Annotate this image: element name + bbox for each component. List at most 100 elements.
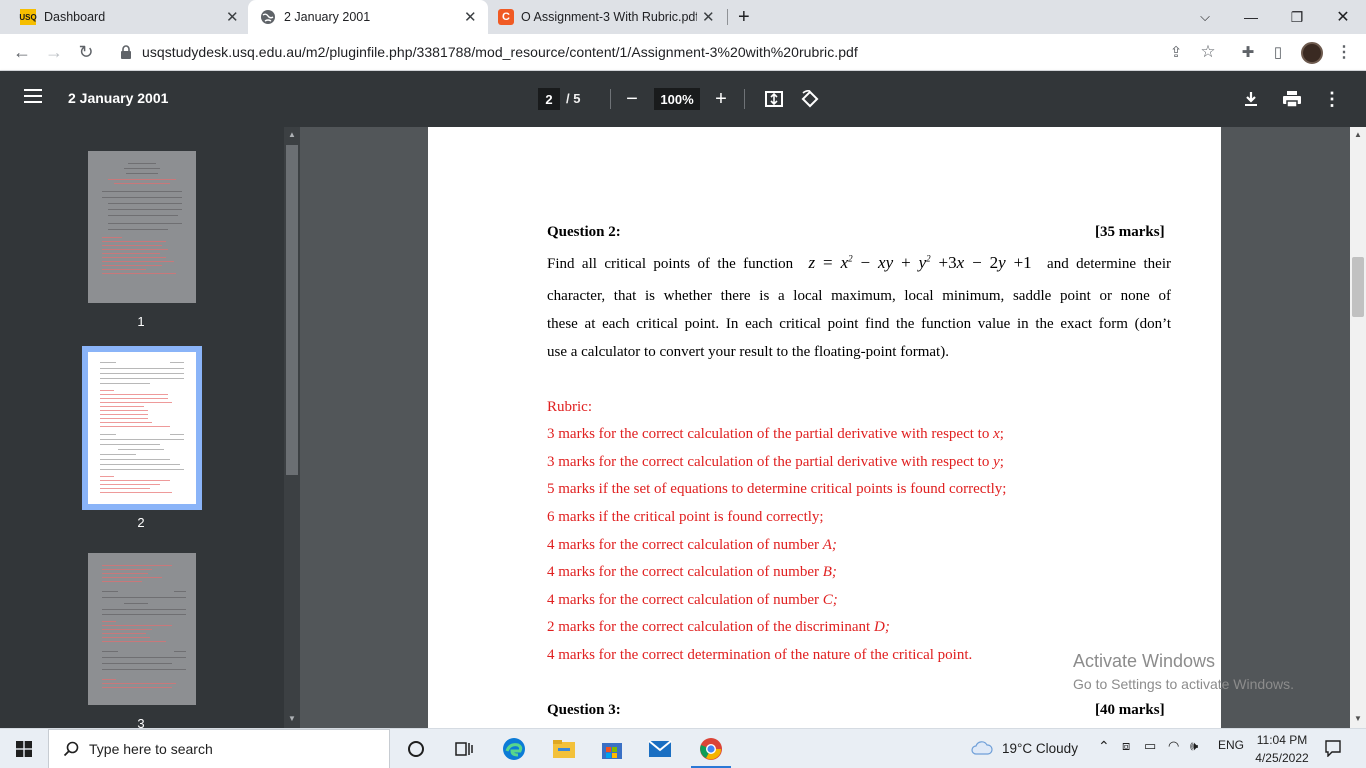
chevron-up-icon[interactable]: ⌃	[1098, 738, 1110, 755]
zoom-out-button[interactable]: −	[621, 87, 643, 111]
question-2-line-3: these at each critical point. In each cr…	[547, 316, 1171, 332]
tab-label: Dashboard	[44, 10, 106, 24]
scroll-down-icon[interactable]: ▼	[286, 713, 298, 725]
edge-icon[interactable]	[500, 735, 528, 763]
rubric-item: 5 marks if the set of equations to deter…	[547, 481, 1007, 497]
reload-button[interactable]: ↻	[74, 40, 98, 64]
side-panel-icon[interactable]: ▯	[1266, 40, 1290, 64]
pdf-toolbar: 2 January 2001 2 / 5 − 100% + ⋮	[0, 71, 1366, 127]
search-icon	[63, 741, 79, 757]
cortana-icon[interactable]	[402, 735, 430, 763]
extensions-icon[interactable]: ✚	[1236, 40, 1260, 64]
function-formula: z = x2 − xy + y2 +3x − 2y +1	[800, 253, 1032, 272]
taskbar-search-input[interactable]: Type here to search	[48, 729, 390, 768]
language-indicator[interactable]: ENG	[1218, 738, 1244, 752]
tab-2-january-2001[interactable]: 2 January 2001 ✕	[248, 0, 488, 34]
microsoft-store-icon[interactable]	[598, 735, 626, 763]
toolbar-divider	[744, 89, 745, 109]
intro-text: Find all critical points of the function	[547, 256, 794, 272]
tab-assignment-pdf[interactable]: C O Assignment-3 With Rubric.pdf ✕	[488, 0, 726, 34]
weather-widget[interactable]: 19°C Cloudy	[970, 740, 1078, 756]
hamburger-menu-icon[interactable]	[24, 89, 42, 107]
rubric-item: 4 marks for the correct calculation of n…	[547, 537, 837, 553]
page-thumbnail-2[interactable]	[82, 346, 202, 510]
more-options-icon[interactable]: ⋮	[1320, 87, 1344, 111]
main-scroll-thumb[interactable]	[1352, 257, 1364, 317]
thumbnail-label: 2	[137, 515, 145, 530]
close-icon[interactable]: ✕	[702, 8, 715, 26]
question-2-line-4: use a calculator to convert your result …	[547, 344, 949, 360]
watermark-subtitle: Go to Settings to activate Windows.	[1073, 676, 1294, 692]
rubric-item: 4 marks for the correct determination of…	[547, 647, 973, 663]
download-icon[interactable]	[1239, 87, 1263, 111]
tab-search-icon[interactable]: ⌵	[1182, 0, 1228, 34]
clock-time: 11:04 PM	[1256, 733, 1308, 747]
page-number-input[interactable]: 2	[538, 88, 560, 110]
weather-text: 19°C Cloudy	[1002, 740, 1078, 756]
bookmark-star-icon[interactable]: ☆	[1196, 40, 1220, 64]
browser-tabstrip: USQ Dashboard ✕ 2 January 2001 ✕ C O Ass…	[0, 0, 1366, 34]
page-total: / 5	[566, 91, 581, 106]
pdf-page: Question 2: [35 marks] Find all critical…	[428, 127, 1221, 728]
task-view-icon[interactable]	[450, 735, 478, 763]
close-window-button[interactable]: ✕	[1320, 0, 1366, 34]
page-thumbnail-1[interactable]	[88, 151, 196, 303]
volume-icon[interactable]: 🕪	[1190, 738, 1198, 754]
search-placeholder: Type here to search	[89, 741, 213, 757]
rubric-item: 3 marks for the correct calculation of t…	[547, 454, 1004, 470]
system-clock[interactable]: 11:04 PM 4/25/2022	[1250, 731, 1314, 767]
maximize-button[interactable]: ❐	[1274, 0, 1320, 34]
activate-windows-watermark: Activate Windows Go to Settings to activ…	[1073, 651, 1294, 692]
thumbnail-sidebar: 1 2 3	[0, 127, 300, 728]
pdf-viewer: Question 2: [35 marks] Find all critical…	[300, 127, 1350, 728]
back-button[interactable]: ←	[10, 40, 34, 64]
windows-start-icon[interactable]	[16, 741, 32, 757]
tab-dashboard[interactable]: USQ Dashboard ✕	[8, 0, 248, 34]
thumbnail-label: 1	[137, 314, 145, 329]
rubric-item: 2 marks for the correct calculation of t…	[547, 619, 890, 635]
main-scrollbar[interactable]	[1350, 127, 1366, 728]
fit-page-icon[interactable]	[762, 87, 786, 111]
chrome-icon[interactable]	[697, 735, 725, 763]
meet-now-icon[interactable]: ⧈	[1122, 738, 1130, 754]
scroll-down-icon[interactable]: ▼	[1352, 713, 1364, 725]
avatar[interactable]	[1301, 42, 1323, 64]
close-icon[interactable]: ✕	[226, 8, 239, 26]
print-icon[interactable]	[1280, 87, 1304, 111]
battery-icon[interactable]: ▭	[1144, 738, 1156, 754]
menu-dots-icon[interactable]: ⋮	[1332, 40, 1356, 64]
rubric-item: 6 marks if the critical point is found c…	[547, 509, 824, 525]
rotate-icon[interactable]	[798, 87, 822, 111]
c-icon: C	[498, 9, 514, 25]
rubric-item: 4 marks for the correct calculation of n…	[547, 564, 837, 580]
question-3-title: Question 3:	[547, 702, 621, 718]
zoom-in-button[interactable]: +	[710, 87, 732, 111]
new-tab-button[interactable]: +	[738, 0, 758, 34]
forward-button[interactable]: →	[42, 40, 66, 64]
question-2-line-1: Find all critical points of the function…	[547, 253, 1171, 273]
notification-icon[interactable]	[1324, 739, 1342, 757]
close-icon[interactable]: ✕	[464, 8, 477, 26]
tab-label: O Assignment-3 With Rubric.pdf	[521, 10, 697, 24]
address-bar[interactable]: usqstudydesk.usq.edu.au/m2/pluginfile.ph…	[108, 37, 1228, 67]
zoom-input[interactable]: 100%	[654, 88, 700, 110]
pdf-title: 2 January 2001	[68, 90, 169, 106]
rubric-heading: Rubric:	[547, 399, 592, 415]
scroll-up-icon[interactable]: ▲	[1352, 129, 1364, 141]
rubric-item: 4 marks for the correct calculation of n…	[547, 592, 838, 608]
scroll-up-icon[interactable]: ▲	[286, 129, 298, 141]
wifi-icon[interactable]: ◠	[1168, 738, 1179, 754]
mail-icon[interactable]	[646, 735, 674, 763]
globe-icon	[261, 10, 275, 24]
usq-icon: USQ	[19, 9, 37, 25]
lock-icon	[121, 45, 131, 59]
tab-divider	[727, 9, 728, 25]
intro-text-end: and determine their	[1047, 256, 1171, 272]
page-thumbnail-3[interactable]	[88, 553, 196, 705]
file-explorer-icon[interactable]	[550, 735, 578, 763]
sidebar-scroll-thumb[interactable]	[286, 145, 298, 475]
browser-toolbar: ← → ↻ usqstudydesk.usq.edu.au/m2/pluginf…	[0, 34, 1366, 71]
question-3-marks: [40 marks]	[1095, 702, 1165, 718]
share-icon[interactable]: ⇪	[1164, 40, 1188, 64]
minimize-button[interactable]: —	[1228, 0, 1274, 34]
